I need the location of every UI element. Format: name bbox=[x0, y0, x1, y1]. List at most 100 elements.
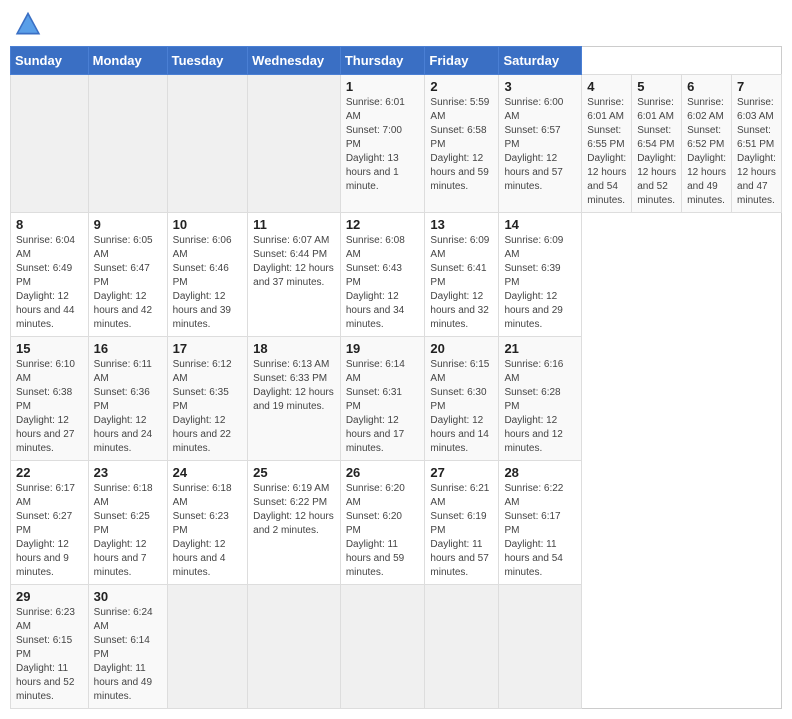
calendar-day-cell: 30 Sunrise: 6:24 AM Sunset: 6:14 PM Dayl… bbox=[88, 585, 167, 709]
day-number: 17 bbox=[173, 341, 243, 356]
day-info: Sunrise: 6:08 AM Sunset: 6:43 PM Dayligh… bbox=[346, 234, 420, 332]
logo-icon bbox=[14, 10, 42, 38]
day-number: 4 bbox=[587, 79, 626, 94]
day-number: 8 bbox=[16, 217, 83, 232]
day-info: Sunrise: 6:09 AM Sunset: 6:39 PM Dayligh… bbox=[504, 234, 576, 332]
calendar-day-cell: 4 Sunrise: 6:01 AM Sunset: 6:55 PM Dayli… bbox=[582, 75, 632, 213]
calendar-day-header: Monday bbox=[88, 47, 167, 75]
calendar-day-cell: 28 Sunrise: 6:22 AM Sunset: 6:17 PM Dayl… bbox=[499, 461, 582, 585]
day-number: 18 bbox=[253, 341, 335, 356]
day-number: 3 bbox=[504, 79, 576, 94]
page-header bbox=[10, 10, 782, 38]
day-info: Sunrise: 6:03 AM Sunset: 6:51 PM Dayligh… bbox=[737, 96, 776, 208]
calendar-day-cell: 12 Sunrise: 6:08 AM Sunset: 6:43 PM Dayl… bbox=[340, 213, 425, 337]
day-number: 26 bbox=[346, 465, 420, 480]
day-number: 15 bbox=[16, 341, 83, 356]
calendar-day-cell bbox=[167, 75, 248, 213]
day-number: 2 bbox=[430, 79, 493, 94]
calendar-day-cell: 18 Sunrise: 6:13 AM Sunset: 6:33 PM Dayl… bbox=[248, 337, 341, 461]
day-info: Sunrise: 6:20 AM Sunset: 6:20 PM Dayligh… bbox=[346, 482, 420, 580]
calendar-day-cell: 24 Sunrise: 6:18 AM Sunset: 6:23 PM Dayl… bbox=[167, 461, 248, 585]
calendar-day-cell: 29 Sunrise: 6:23 AM Sunset: 6:15 PM Dayl… bbox=[11, 585, 89, 709]
day-number: 6 bbox=[687, 79, 726, 94]
calendar-day-cell: 22 Sunrise: 6:17 AM Sunset: 6:27 PM Dayl… bbox=[11, 461, 89, 585]
day-number: 27 bbox=[430, 465, 493, 480]
day-info: Sunrise: 6:11 AM Sunset: 6:36 PM Dayligh… bbox=[94, 358, 162, 456]
day-info: Sunrise: 6:04 AM Sunset: 6:49 PM Dayligh… bbox=[16, 234, 83, 332]
day-number: 30 bbox=[94, 589, 162, 604]
day-info: Sunrise: 6:09 AM Sunset: 6:41 PM Dayligh… bbox=[430, 234, 493, 332]
day-info: Sunrise: 6:13 AM Sunset: 6:33 PM Dayligh… bbox=[253, 358, 335, 414]
calendar-day-cell: 21 Sunrise: 6:16 AM Sunset: 6:28 PM Dayl… bbox=[499, 337, 582, 461]
calendar-day-cell: 11 Sunrise: 6:07 AM Sunset: 6:44 PM Dayl… bbox=[248, 213, 341, 337]
calendar-day-cell bbox=[167, 585, 248, 709]
day-number: 19 bbox=[346, 341, 420, 356]
day-info: Sunrise: 6:07 AM Sunset: 6:44 PM Dayligh… bbox=[253, 234, 335, 290]
calendar-day-cell bbox=[88, 75, 167, 213]
day-info: Sunrise: 5:59 AM Sunset: 6:58 PM Dayligh… bbox=[430, 96, 493, 194]
day-number: 12 bbox=[346, 217, 420, 232]
calendar-day-cell: 1 Sunrise: 6:01 AM Sunset: 7:00 PM Dayli… bbox=[340, 75, 425, 213]
day-info: Sunrise: 6:01 AM Sunset: 6:55 PM Dayligh… bbox=[587, 96, 626, 208]
day-number: 7 bbox=[737, 79, 776, 94]
calendar-week-row: 22 Sunrise: 6:17 AM Sunset: 6:27 PM Dayl… bbox=[11, 461, 782, 585]
day-number: 29 bbox=[16, 589, 83, 604]
day-info: Sunrise: 6:14 AM Sunset: 6:31 PM Dayligh… bbox=[346, 358, 420, 456]
calendar-day-cell: 16 Sunrise: 6:11 AM Sunset: 6:36 PM Dayl… bbox=[88, 337, 167, 461]
logo bbox=[14, 10, 46, 38]
calendar-day-cell: 14 Sunrise: 6:09 AM Sunset: 6:39 PM Dayl… bbox=[499, 213, 582, 337]
day-info: Sunrise: 6:17 AM Sunset: 6:27 PM Dayligh… bbox=[16, 482, 83, 580]
calendar-day-cell: 23 Sunrise: 6:18 AM Sunset: 6:25 PM Dayl… bbox=[88, 461, 167, 585]
calendar-day-cell: 27 Sunrise: 6:21 AM Sunset: 6:19 PM Dayl… bbox=[425, 461, 499, 585]
day-number: 23 bbox=[94, 465, 162, 480]
day-number: 9 bbox=[94, 217, 162, 232]
calendar-day-cell bbox=[248, 585, 341, 709]
day-info: Sunrise: 6:05 AM Sunset: 6:47 PM Dayligh… bbox=[94, 234, 162, 332]
calendar-week-row: 1 Sunrise: 6:01 AM Sunset: 7:00 PM Dayli… bbox=[11, 75, 782, 213]
calendar-day-cell: 3 Sunrise: 6:00 AM Sunset: 6:57 PM Dayli… bbox=[499, 75, 582, 213]
calendar-day-cell bbox=[11, 75, 89, 213]
calendar-day-header: Thursday bbox=[340, 47, 425, 75]
day-number: 13 bbox=[430, 217, 493, 232]
calendar-day-cell bbox=[248, 75, 341, 213]
calendar-week-row: 15 Sunrise: 6:10 AM Sunset: 6:38 PM Dayl… bbox=[11, 337, 782, 461]
calendar-day-cell: 5 Sunrise: 6:01 AM Sunset: 6:54 PM Dayli… bbox=[632, 75, 682, 213]
day-info: Sunrise: 6:23 AM Sunset: 6:15 PM Dayligh… bbox=[16, 606, 83, 704]
calendar-day-header: Wednesday bbox=[248, 47, 341, 75]
day-number: 5 bbox=[637, 79, 676, 94]
day-info: Sunrise: 6:18 AM Sunset: 6:23 PM Dayligh… bbox=[173, 482, 243, 580]
calendar-day-header: Sunday bbox=[11, 47, 89, 75]
day-number: 11 bbox=[253, 217, 335, 232]
calendar-day-cell: 26 Sunrise: 6:20 AM Sunset: 6:20 PM Dayl… bbox=[340, 461, 425, 585]
day-number: 14 bbox=[504, 217, 576, 232]
calendar-day-header: Friday bbox=[425, 47, 499, 75]
day-info: Sunrise: 6:10 AM Sunset: 6:38 PM Dayligh… bbox=[16, 358, 83, 456]
day-number: 24 bbox=[173, 465, 243, 480]
day-info: Sunrise: 6:00 AM Sunset: 6:57 PM Dayligh… bbox=[504, 96, 576, 194]
day-info: Sunrise: 6:19 AM Sunset: 6:22 PM Dayligh… bbox=[253, 482, 335, 538]
day-info: Sunrise: 6:15 AM Sunset: 6:30 PM Dayligh… bbox=[430, 358, 493, 456]
calendar-day-cell: 15 Sunrise: 6:10 AM Sunset: 6:38 PM Dayl… bbox=[11, 337, 89, 461]
day-number: 25 bbox=[253, 465, 335, 480]
day-number: 10 bbox=[173, 217, 243, 232]
calendar-week-row: 8 Sunrise: 6:04 AM Sunset: 6:49 PM Dayli… bbox=[11, 213, 782, 337]
calendar-day-cell: 8 Sunrise: 6:04 AM Sunset: 6:49 PM Dayli… bbox=[11, 213, 89, 337]
calendar-day-cell: 13 Sunrise: 6:09 AM Sunset: 6:41 PM Dayl… bbox=[425, 213, 499, 337]
day-info: Sunrise: 6:18 AM Sunset: 6:25 PM Dayligh… bbox=[94, 482, 162, 580]
day-info: Sunrise: 6:02 AM Sunset: 6:52 PM Dayligh… bbox=[687, 96, 726, 208]
calendar-day-cell: 6 Sunrise: 6:02 AM Sunset: 6:52 PM Dayli… bbox=[682, 75, 732, 213]
day-info: Sunrise: 6:12 AM Sunset: 6:35 PM Dayligh… bbox=[173, 358, 243, 456]
calendar-day-cell: 9 Sunrise: 6:05 AM Sunset: 6:47 PM Dayli… bbox=[88, 213, 167, 337]
day-number: 16 bbox=[94, 341, 162, 356]
day-info: Sunrise: 6:22 AM Sunset: 6:17 PM Dayligh… bbox=[504, 482, 576, 580]
day-number: 22 bbox=[16, 465, 83, 480]
day-info: Sunrise: 6:24 AM Sunset: 6:14 PM Dayligh… bbox=[94, 606, 162, 704]
calendar-table: SundayMondayTuesdayWednesdayThursdayFrid… bbox=[10, 46, 782, 709]
calendar-day-cell bbox=[340, 585, 425, 709]
day-info: Sunrise: 6:21 AM Sunset: 6:19 PM Dayligh… bbox=[430, 482, 493, 580]
calendar-day-cell: 25 Sunrise: 6:19 AM Sunset: 6:22 PM Dayl… bbox=[248, 461, 341, 585]
day-number: 20 bbox=[430, 341, 493, 356]
calendar-day-cell bbox=[425, 585, 499, 709]
calendar-day-cell: 7 Sunrise: 6:03 AM Sunset: 6:51 PM Dayli… bbox=[732, 75, 782, 213]
day-info: Sunrise: 6:16 AM Sunset: 6:28 PM Dayligh… bbox=[504, 358, 576, 456]
